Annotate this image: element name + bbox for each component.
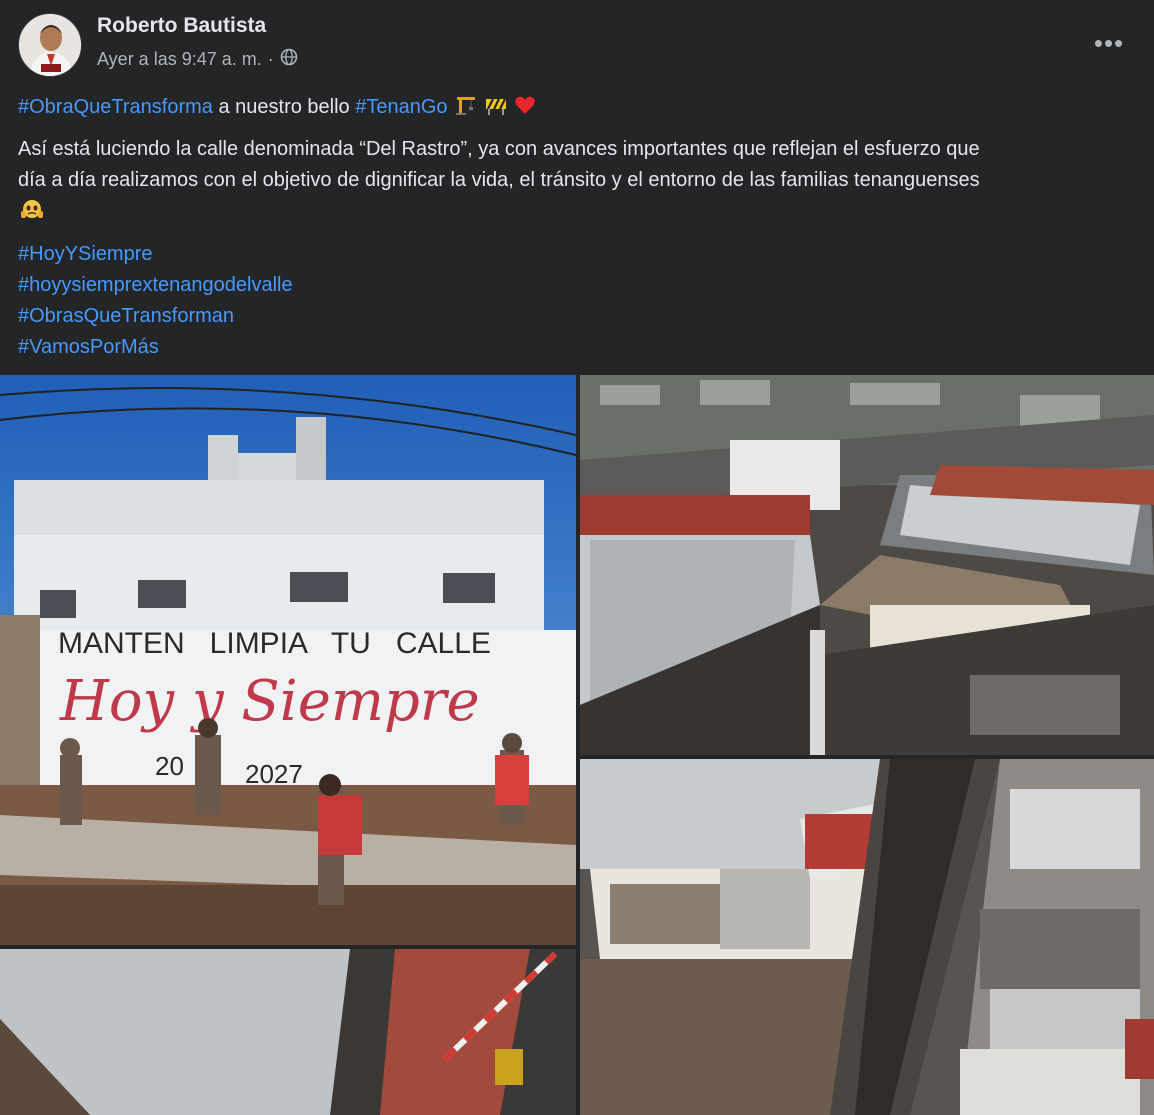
wall-year-b: 2027 [245, 759, 303, 789]
author-name[interactable]: Roberto Bautista [97, 14, 266, 38]
wall-year-a: 20 [155, 751, 184, 781]
post-meta: Ayer a las 9:47 a. m. · [97, 48, 298, 71]
photo-roof-closeup[interactable] [0, 949, 576, 1115]
more-options-button[interactable]: ••• [1086, 26, 1132, 60]
wall-script: Hoy y Siempre [59, 669, 480, 734]
facebook-post: Roberto Bautista Ayer a las 9:47 a. m. ·… [0, 0, 1154, 1115]
photo-wall-mural[interactable]: MANTEN LIMPIA TU CALLE Hoy y Siempre 20 … [0, 375, 576, 945]
post-body: Así está luciendo la calle denominada “D… [18, 134, 1138, 230]
meta-separator: · [267, 49, 274, 69]
body-line: Así está luciendo la calle denominada “D… [18, 138, 980, 160]
hashtag-link[interactable]: #TenanGo [355, 96, 447, 118]
hashtag-link[interactable]: #ObrasQueTransforman [18, 305, 234, 327]
hashtag-link[interactable]: #HoyYSiempre [18, 243, 153, 265]
hashtag-link[interactable]: #hoyysiemprextenangodelvalle [18, 274, 293, 296]
construction-emoji-icon [485, 94, 507, 126]
photo-grid: MANTEN LIMPIA TU CALLE Hoy y Siempre 20 … [0, 375, 1154, 1115]
headline-line: #ObraQueTransforma a nuestro bello #Tena… [18, 92, 1138, 126]
hashtag-link[interactable]: #VamosPorMás [18, 336, 159, 358]
post-text: #ObraQueTransforma a nuestro bello #Tena… [18, 92, 1138, 363]
crane-emoji-icon [455, 94, 477, 126]
face-holding-back-tears-emoji-icon [20, 198, 44, 230]
author-avatar[interactable] [18, 13, 82, 77]
photo-aerial-roofs[interactable] [580, 375, 1154, 755]
wall-slogan: MANTEN LIMPIA TU CALLE [58, 627, 491, 660]
hashtag-list: #HoyYSiempre #hoyysiemprextenangodelvall… [18, 239, 1138, 363]
post-header: Roberto Bautista Ayer a las 9:47 a. m. ·… [0, 0, 1154, 90]
timestamp[interactable]: Ayer a las 9:47 a. m. [97, 49, 262, 70]
body-line: día a día realizamos con el objetivo de … [18, 169, 980, 191]
photo-aerial-street[interactable] [580, 759, 1154, 1115]
body-emoji-line [18, 196, 1138, 230]
red-heart-emoji-icon [514, 94, 536, 126]
headline-text: a nuestro bello [212, 96, 356, 118]
hashtag-link[interactable]: #ObraQueTransforma [18, 96, 213, 118]
globe-icon[interactable] [280, 48, 298, 71]
